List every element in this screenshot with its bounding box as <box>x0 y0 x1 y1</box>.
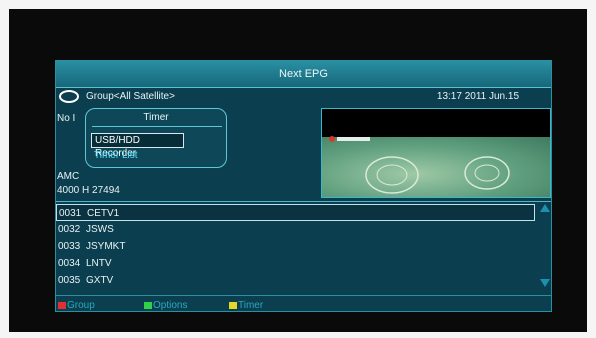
group-bar: Group<All Satellite> 13:17 2011 Jun.15 <box>56 87 551 107</box>
channel-name: LNTV <box>86 258 112 269</box>
epg-panel: Next EPG Group<All Satellite> 13:17 2011… <box>55 60 552 312</box>
options-key-label: Options <box>153 300 188 311</box>
channel-number: 0034 <box>58 258 81 269</box>
scroll-up-icon[interactable] <box>540 204 550 212</box>
popup-title: Timer <box>143 112 169 123</box>
channel-number: 0032 <box>58 224 81 235</box>
yellow-key-icon <box>229 302 237 309</box>
red-key-icon <box>58 302 66 309</box>
satellite-dish-icon <box>59 90 79 103</box>
channel-row[interactable]: 0034 LNTV <box>56 255 535 272</box>
channel-row[interactable]: 0035 GXTV <box>56 272 535 289</box>
popup-divider <box>92 126 222 127</box>
timer-key-label: Timer <box>238 300 264 311</box>
channel-logo-icon <box>329 136 370 142</box>
channel-row[interactable]: 0033 JSYMKT <box>56 238 535 255</box>
date-time: 13:17 2011 Jun.15 <box>436 91 519 102</box>
window-title: Next EPG <box>56 61 551 88</box>
channel-number: 0033 <box>58 241 81 252</box>
channel-number: 0035 <box>58 275 81 286</box>
channel-name: JSWS <box>86 224 114 235</box>
crop-circle-pattern <box>365 156 510 194</box>
channel-number: 0031 <box>59 208 82 219</box>
channel-name: JSYMKT <box>86 241 126 252</box>
green-key-icon <box>144 302 152 309</box>
channel-list: 0031 CETV1 0032 JSWS 0033 JSYMKT 0034 LN… <box>56 202 537 289</box>
no-info-text: No I <box>57 113 76 124</box>
scroll-down-icon[interactable] <box>540 279 550 287</box>
channel-row[interactable]: 0031 CETV1 <box>56 204 535 221</box>
group-label[interactable]: Group<All Satellite> <box>86 91 175 102</box>
transponder-info: 4000 H 27494 <box>57 185 120 196</box>
timer-popup: Timer USB/HDD Recorder Timer List <box>85 108 227 168</box>
usb-hdd-recorder-item[interactable]: USB/HDD Recorder <box>91 133 184 159</box>
group-key-label: Group <box>67 300 95 311</box>
footer-bar: Group Options Timer <box>56 295 551 313</box>
channel-row[interactable]: 0032 JSWS <box>56 221 535 238</box>
timer-list-item[interactable]: Timer List <box>94 150 138 161</box>
channel-name: GXTV <box>86 275 114 286</box>
video-preview <box>321 108 551 198</box>
channel-name: CETV1 <box>87 208 120 219</box>
satellite-name: AMC <box>57 171 80 182</box>
